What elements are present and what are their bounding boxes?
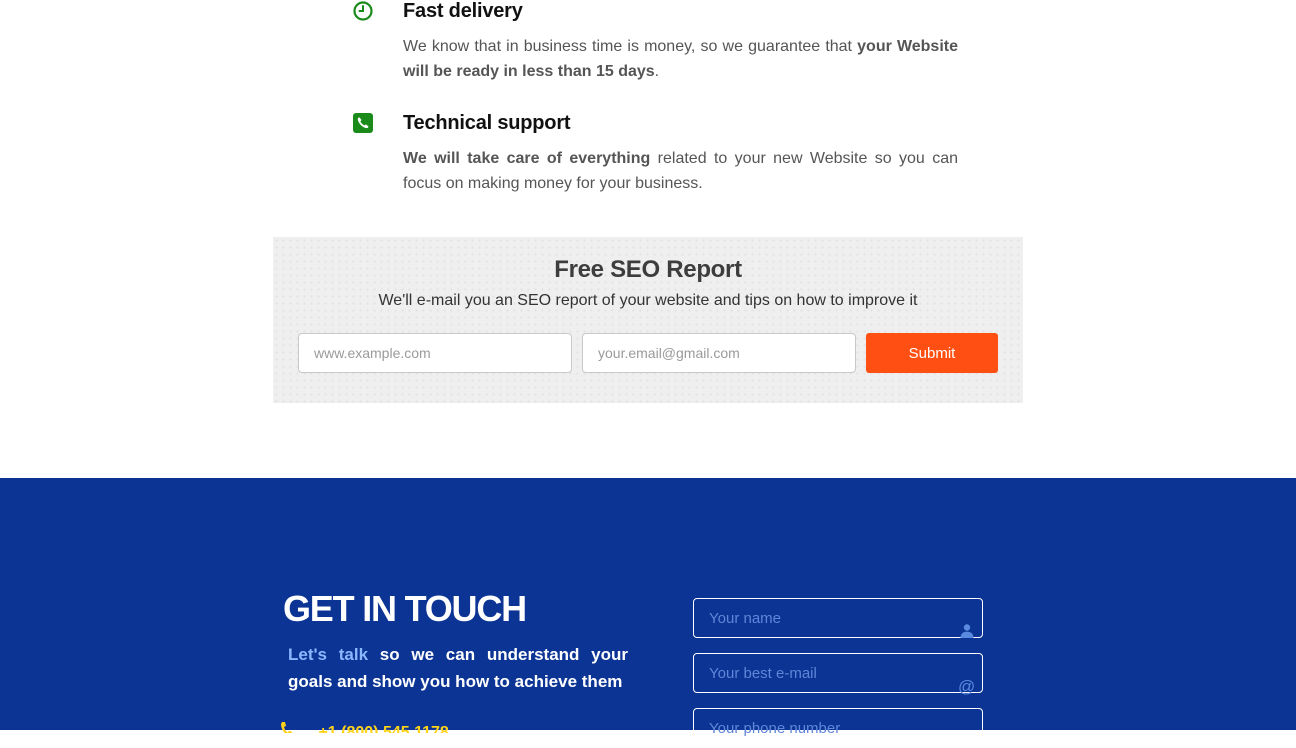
svg-text:@: @ [958, 678, 975, 695]
phone-icon [280, 722, 296, 733]
phone-icon [352, 112, 374, 134]
contact-section: GET IN TOUCH Let's talk so we can unders… [0, 478, 1296, 748]
contact-title: GET IN TOUCH [283, 588, 527, 629]
seo-title: Free SEO Report [554, 256, 742, 283]
feature-title: Technical support [403, 112, 571, 134]
seo-report-box: Free SEO Report We'll e-mail you an SEO … [273, 237, 1023, 403]
feature-title: Fast delivery [403, 0, 523, 22]
phone-field[interactable] [693, 708, 983, 748]
clock-icon [352, 0, 374, 22]
at-icon: @ [958, 677, 975, 700]
contact-tagline: Let's talk so we can understand your goa… [288, 645, 629, 691]
talk-highlight: Let's talk [288, 645, 369, 664]
submit-button[interactable]: Submit [866, 333, 998, 373]
contact-phone[interactable]: +1 (800) 545 1178 [280, 721, 449, 733]
feature-description: We know that in business time is money, … [403, 38, 959, 80]
name-input[interactable] [694, 599, 982, 637]
phone-number[interactable]: +1 (800) 545 1178 [318, 724, 448, 733]
email-field[interactable]: @ [693, 653, 983, 696]
contact-email-input[interactable] [694, 654, 982, 692]
user-icon [959, 623, 975, 644]
email-input[interactable] [582, 333, 856, 373]
name-field[interactable] [693, 598, 983, 638]
feature-description: We will take care of everything related … [403, 150, 958, 192]
website-url-input[interactable] [298, 333, 572, 373]
seo-subtitle: We'll e-mail you an SEO report of your w… [378, 292, 918, 309]
phone-input[interactable] [694, 709, 982, 747]
